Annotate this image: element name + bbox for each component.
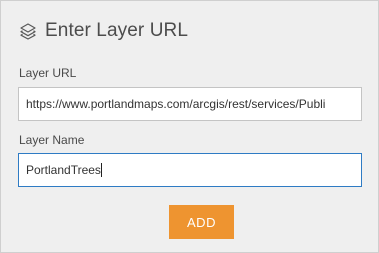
layer-url-input[interactable]: https://www.portlandmaps.com/arcgis/rest…	[18, 87, 362, 121]
layer-name-input[interactable]: PortlandTrees	[18, 153, 362, 187]
layer-url-value: https://www.portlandmaps.com/arcgis/rest…	[26, 97, 326, 111]
layer-name-label: Layer Name	[19, 133, 85, 147]
text-caret	[100, 163, 102, 177]
layers-icon	[19, 22, 37, 40]
layer-name-value: PortlandTrees	[26, 163, 101, 177]
panel-header: Enter Layer URL	[19, 20, 188, 42]
layer-url-label: Layer URL	[19, 66, 77, 80]
add-button[interactable]: ADD	[169, 205, 234, 239]
add-layer-panel: Enter Layer URL Layer URL https://www.po…	[0, 0, 379, 253]
panel-title: Enter Layer URL	[45, 20, 189, 41]
